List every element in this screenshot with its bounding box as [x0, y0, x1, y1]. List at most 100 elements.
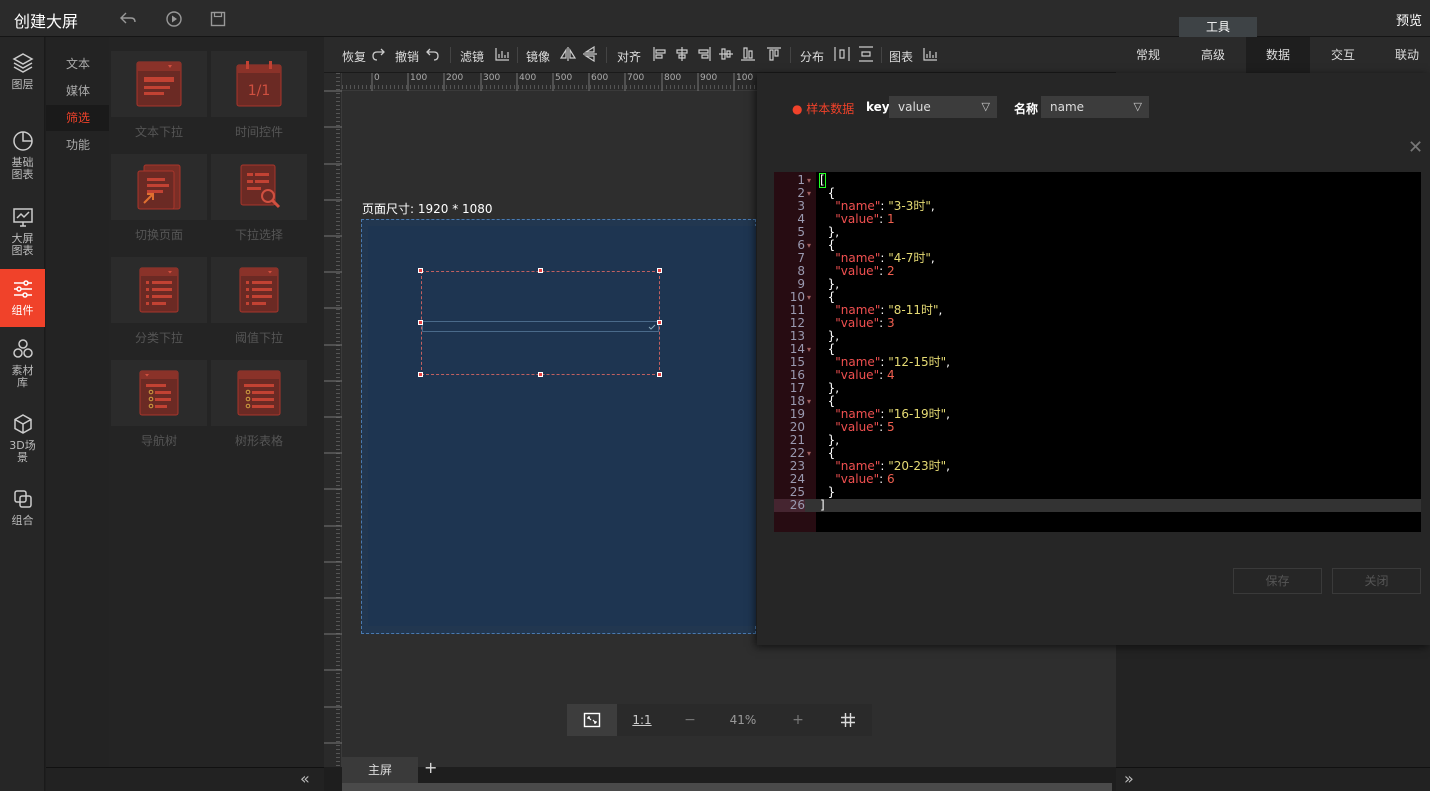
- save-button[interactable]: 保存: [1233, 568, 1322, 594]
- align-middle-icon[interactable]: [718, 46, 734, 62]
- resize-handle[interactable]: [418, 372, 423, 377]
- key-select[interactable]: value ▽: [889, 96, 997, 118]
- align-right-icon[interactable]: [696, 46, 712, 62]
- fold-arrow-icon[interactable]: ▾: [807, 395, 811, 408]
- code-line: 25 }: [774, 486, 1421, 499]
- left-bottom-bar: [46, 767, 324, 791]
- canvas-toolbar: 恢复 撤销 滤镜 镜像 对齐 分布 图表: [324, 37, 1116, 73]
- collapse-left-icon[interactable]: «: [300, 769, 310, 788]
- horizontal-scrollbar[interactable]: [342, 783, 1112, 791]
- nav-item-components[interactable]: 组件: [0, 269, 45, 327]
- code-line: 5 },: [774, 226, 1421, 239]
- redo-icon[interactable]: [371, 46, 387, 62]
- tab-main-screen[interactable]: 主屏: [342, 757, 418, 783]
- component-time[interactable]: 1/1 时间控件: [211, 51, 307, 140]
- resize-handle[interactable]: [657, 320, 662, 325]
- align-left-icon[interactable]: [652, 46, 668, 62]
- component-threshold-dropdown[interactable]: 阈值下拉: [211, 257, 307, 346]
- fold-arrow-icon[interactable]: ▾: [807, 239, 811, 252]
- resize-handle[interactable]: [538, 372, 543, 377]
- collapse-right-icon[interactable]: »: [1124, 769, 1134, 788]
- ruler-label: 600: [591, 73, 609, 83]
- tab-advanced[interactable]: 高级: [1181, 37, 1245, 73]
- align-bottom-icon[interactable]: [740, 46, 756, 62]
- tab-general[interactable]: 常规: [1116, 37, 1180, 73]
- name-select[interactable]: name ▽: [1041, 96, 1149, 118]
- resize-handle[interactable]: [418, 320, 423, 325]
- align-button[interactable]: 对齐: [617, 48, 641, 65]
- fold-arrow-icon[interactable]: ▾: [807, 187, 811, 200]
- resize-handle[interactable]: [538, 268, 543, 273]
- sub-category-list: 文本 媒体 筛选 功能: [46, 37, 109, 767]
- nav-item-layers[interactable]: 图层: [0, 51, 45, 91]
- code-line: 1 ▾[: [774, 173, 1421, 188]
- undo-button[interactable]: 撤销: [395, 48, 419, 65]
- one-to-one-button[interactable]: 1:1: [617, 704, 667, 736]
- code-line: 21 },: [774, 434, 1421, 447]
- component-label: 分类下拉: [134, 331, 183, 345]
- distribute-vertical-icon[interactable]: [858, 46, 874, 62]
- subcat-filter[interactable]: 筛选: [46, 105, 109, 131]
- nav-item-materials[interactable]: 素材库: [0, 337, 45, 389]
- add-screen-button[interactable]: +: [424, 758, 437, 777]
- redo-button[interactable]: 恢复: [342, 48, 366, 65]
- fold-arrow-icon[interactable]: ▾: [807, 291, 811, 304]
- component-category-dropdown[interactable]: 分类下拉: [111, 257, 207, 346]
- mirror-button[interactable]: 镜像: [526, 48, 550, 65]
- fit-screen-button[interactable]: [567, 704, 617, 736]
- nav-item-3d[interactable]: 3D场景: [0, 412, 45, 464]
- code-line: 17 },: [774, 382, 1421, 395]
- grid-button[interactable]: [823, 704, 872, 736]
- filter-button[interactable]: 滤镜: [460, 48, 484, 65]
- resize-handle[interactable]: [657, 372, 662, 377]
- play-icon[interactable]: [164, 9, 184, 29]
- close-icon[interactable]: ✕: [1408, 137, 1423, 158]
- save-icon[interactable]: [208, 9, 228, 29]
- tab-data[interactable]: 数据: [1246, 37, 1310, 73]
- ruler-label: 800: [664, 73, 682, 83]
- nav-item-screen-charts[interactable]: 大屏图表: [0, 205, 45, 257]
- undo-icon[interactable]: [118, 9, 138, 29]
- separator: [881, 47, 882, 63]
- tab-linkage[interactable]: 联动: [1375, 37, 1430, 73]
- tools-tab[interactable]: 工具: [1179, 17, 1257, 37]
- fold-arrow-icon[interactable]: ▾: [807, 343, 811, 356]
- ruler-label: 300: [483, 73, 501, 83]
- distribute-button[interactable]: 分布: [800, 48, 824, 65]
- subcat-function[interactable]: 功能: [46, 132, 109, 158]
- tab-interaction[interactable]: 交互: [1311, 37, 1375, 73]
- separator: [606, 47, 607, 63]
- flip-vertical-icon[interactable]: [582, 46, 598, 62]
- fold-arrow-icon[interactable]: ▾: [807, 174, 811, 187]
- nav-item-group[interactable]: 组合: [0, 487, 45, 527]
- selected-component[interactable]: [418, 268, 662, 377]
- resize-handle[interactable]: [418, 268, 423, 273]
- align-top-icon[interactable]: [766, 46, 782, 62]
- left-nav: 图层 基础图表 大屏图表 组件 素材库 3D场景 组合: [0, 37, 45, 791]
- distribute-horizontal-icon[interactable]: [834, 46, 850, 62]
- component-dropdown-select[interactable]: 下拉选择: [211, 154, 307, 243]
- zoom-in-button[interactable]: +: [773, 704, 823, 736]
- bar-chart-icon[interactable]: [494, 46, 510, 62]
- chart-icon[interactable]: [922, 46, 938, 62]
- component-nav-tree[interactable]: 导航树: [111, 360, 207, 449]
- fold-arrow-icon[interactable]: ▾: [807, 447, 811, 460]
- subcat-media[interactable]: 媒体: [46, 78, 109, 104]
- resize-handle[interactable]: [657, 268, 662, 273]
- chart-button[interactable]: 图表: [889, 48, 913, 65]
- ruler-label: 0: [374, 73, 380, 83]
- flip-horizontal-icon[interactable]: [560, 46, 576, 62]
- component-text-dropdown[interactable]: 文本下拉: [111, 51, 207, 140]
- close-button[interactable]: 关闭: [1332, 568, 1421, 594]
- component-switch-page[interactable]: 切换页面: [111, 154, 207, 243]
- component-label: 阈值下拉: [234, 331, 283, 345]
- code-line: 20 "value": 5: [774, 421, 1421, 434]
- nav-item-basic-charts[interactable]: 基础图表: [0, 129, 45, 181]
- zoom-out-button[interactable]: −: [667, 704, 713, 736]
- subcat-text[interactable]: 文本: [46, 51, 109, 77]
- undo-icon[interactable]: [424, 46, 440, 62]
- align-center-h-icon[interactable]: [674, 46, 690, 62]
- component-tree-table[interactable]: 树形表格: [211, 360, 307, 449]
- preview-button[interactable]: 预览: [1396, 10, 1422, 29]
- separator: [790, 47, 791, 63]
